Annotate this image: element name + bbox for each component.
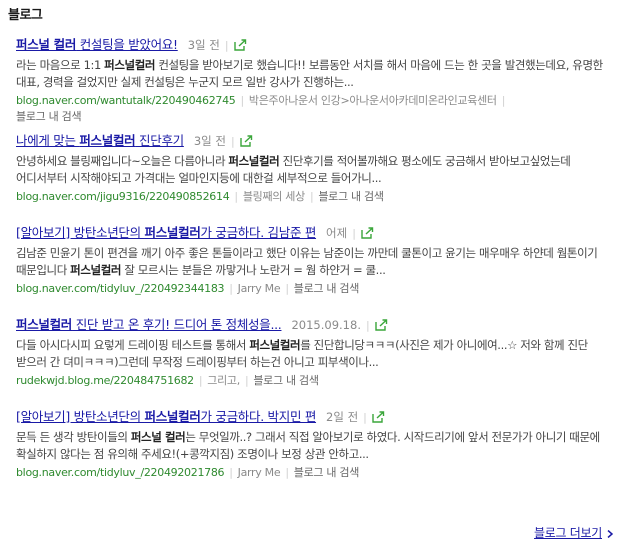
divider: | [285, 282, 289, 295]
result-url[interactable]: blog.naver.com/jigu9316/220490852614 [16, 190, 230, 203]
blog-results-list: 퍼스널 컬러 컨설팅을 받았어요! 3일 전 | 라는 마음으로 1:1 퍼스널컬러… [16, 36, 612, 500]
list-item: 퍼스널컬러 진단 받고 온 후기! 드디어 톤 정체성을... 2015.09.1… [16, 316, 612, 408]
divider: | [234, 190, 238, 203]
post-date: 어제 [326, 226, 348, 240]
divider: | [244, 374, 249, 387]
divider: | [352, 227, 356, 240]
post-date: 2일 전 [326, 410, 359, 424]
post-date: 3일 전 [187, 38, 220, 52]
share-icon[interactable] [233, 39, 247, 51]
section-title: 블로그 [8, 8, 43, 23]
divider: | [229, 282, 233, 295]
in-blog-search-link[interactable]: 블로그 내 검색 [318, 190, 384, 203]
share-icon[interactable] [361, 227, 374, 239]
divider: | [229, 466, 233, 479]
in-blog-search-link[interactable]: 블로그 내 검색 [253, 374, 319, 387]
divider: | [363, 411, 367, 424]
in-blog-search-link[interactable]: 블로그 내 검색 [294, 466, 360, 479]
blog-name-link[interactable]: 박은주아나운서 인강>아나운서아카데미온라인교육센터 [249, 94, 497, 107]
result-snippet: 김남준 민윤기 톤이 편견을 깨기 아주 좋은 톤들이라고 했단 이유는 남준이… [16, 246, 598, 277]
result-snippet: 안녕하세요 블링째입니다~오늘은 다름아니라 퍼스널컬러 진단후기를 적어볼까해… [16, 154, 571, 185]
divider: | [285, 466, 289, 479]
result-snippet: 라는 마음으로 1:1 퍼스널컬러 컨설팅을 받아보기로 했습니다!! 보름동안… [16, 58, 603, 89]
post-date: 3일 전 [193, 134, 226, 148]
share-icon[interactable] [372, 411, 385, 423]
result-snippet: 다들 아시다시피 요렇게 드레이핑 테스트를 통해서 퍼스널컬러를 진단합니당ㅋ… [16, 338, 588, 369]
blog-name-link[interactable]: Jarry Me [238, 466, 281, 479]
result-title-link[interactable]: [알아보기] 방탄소년단의 퍼스널컬러가 궁금하다. 김남준 편 [16, 225, 316, 240]
list-item: [알아보기] 방탄소년단의 퍼스널컬러가 궁금하다. 김남준 편 어제 | 김남준 … [16, 224, 612, 316]
result-url[interactable]: rudekwjd.blog.me/220484751682 [16, 374, 194, 387]
divider: | [240, 94, 245, 107]
divider: | [365, 319, 370, 332]
result-url[interactable]: blog.naver.com/tidyluv_/220492021786 [16, 466, 225, 479]
blog-name-link[interactable]: Jarry Me [238, 282, 281, 295]
share-icon[interactable] [374, 319, 388, 331]
more-blog-link[interactable]: 블로그 더보기 [534, 524, 614, 541]
blog-name-link[interactable]: 그리고, [207, 374, 240, 387]
list-item: 나에게 맞는 퍼스널컬러 진단후기 3일 전 | 안녕하세요 블링째입니다~오늘은 … [16, 132, 612, 224]
share-icon[interactable] [240, 135, 253, 147]
result-url[interactable]: blog.naver.com/tidyluv_/220492344183 [16, 282, 225, 295]
divider: | [501, 94, 506, 107]
post-date: 2015.09.18. [291, 318, 361, 332]
result-title-link[interactable]: 퍼스널컬러 진단 받고 온 후기! 드디어 톤 정체성을... [16, 317, 282, 332]
list-item: 퍼스널 컬러 컨설팅을 받았어요! 3일 전 | 라는 마음으로 1:1 퍼스널컬러… [16, 36, 612, 132]
list-item: [알아보기] 방탄소년단의 퍼스널컬러가 궁금하다. 박지민 편 2일 전 | 문득… [16, 408, 612, 500]
in-blog-search-link[interactable]: 블로그 내 검색 [16, 110, 82, 123]
blog-name-link[interactable]: 블링째의 세상 [243, 190, 305, 203]
divider: | [309, 190, 314, 203]
arrow-right-icon [607, 530, 614, 538]
result-title-link[interactable]: [알아보기] 방탄소년단의 퍼스널컬러가 궁금하다. 박지민 편 [16, 409, 316, 424]
result-title-link[interactable]: 퍼스널 컬러 컨설팅을 받았어요! [16, 37, 178, 52]
divider: | [198, 374, 203, 387]
divider: | [224, 39, 229, 52]
in-blog-search-link[interactable]: 블로그 내 검색 [294, 282, 360, 295]
result-snippet: 문득 든 생각 방탄이들의 퍼스널 컬러는 무엇일까..? 그래서 직접 알아보… [16, 430, 600, 461]
result-title-link[interactable]: 나에게 맞는 퍼스널컬러 진단후기 [16, 133, 184, 148]
result-url[interactable]: blog.naver.com/wantutalk/220490462745 [16, 94, 236, 107]
divider: | [231, 135, 235, 148]
